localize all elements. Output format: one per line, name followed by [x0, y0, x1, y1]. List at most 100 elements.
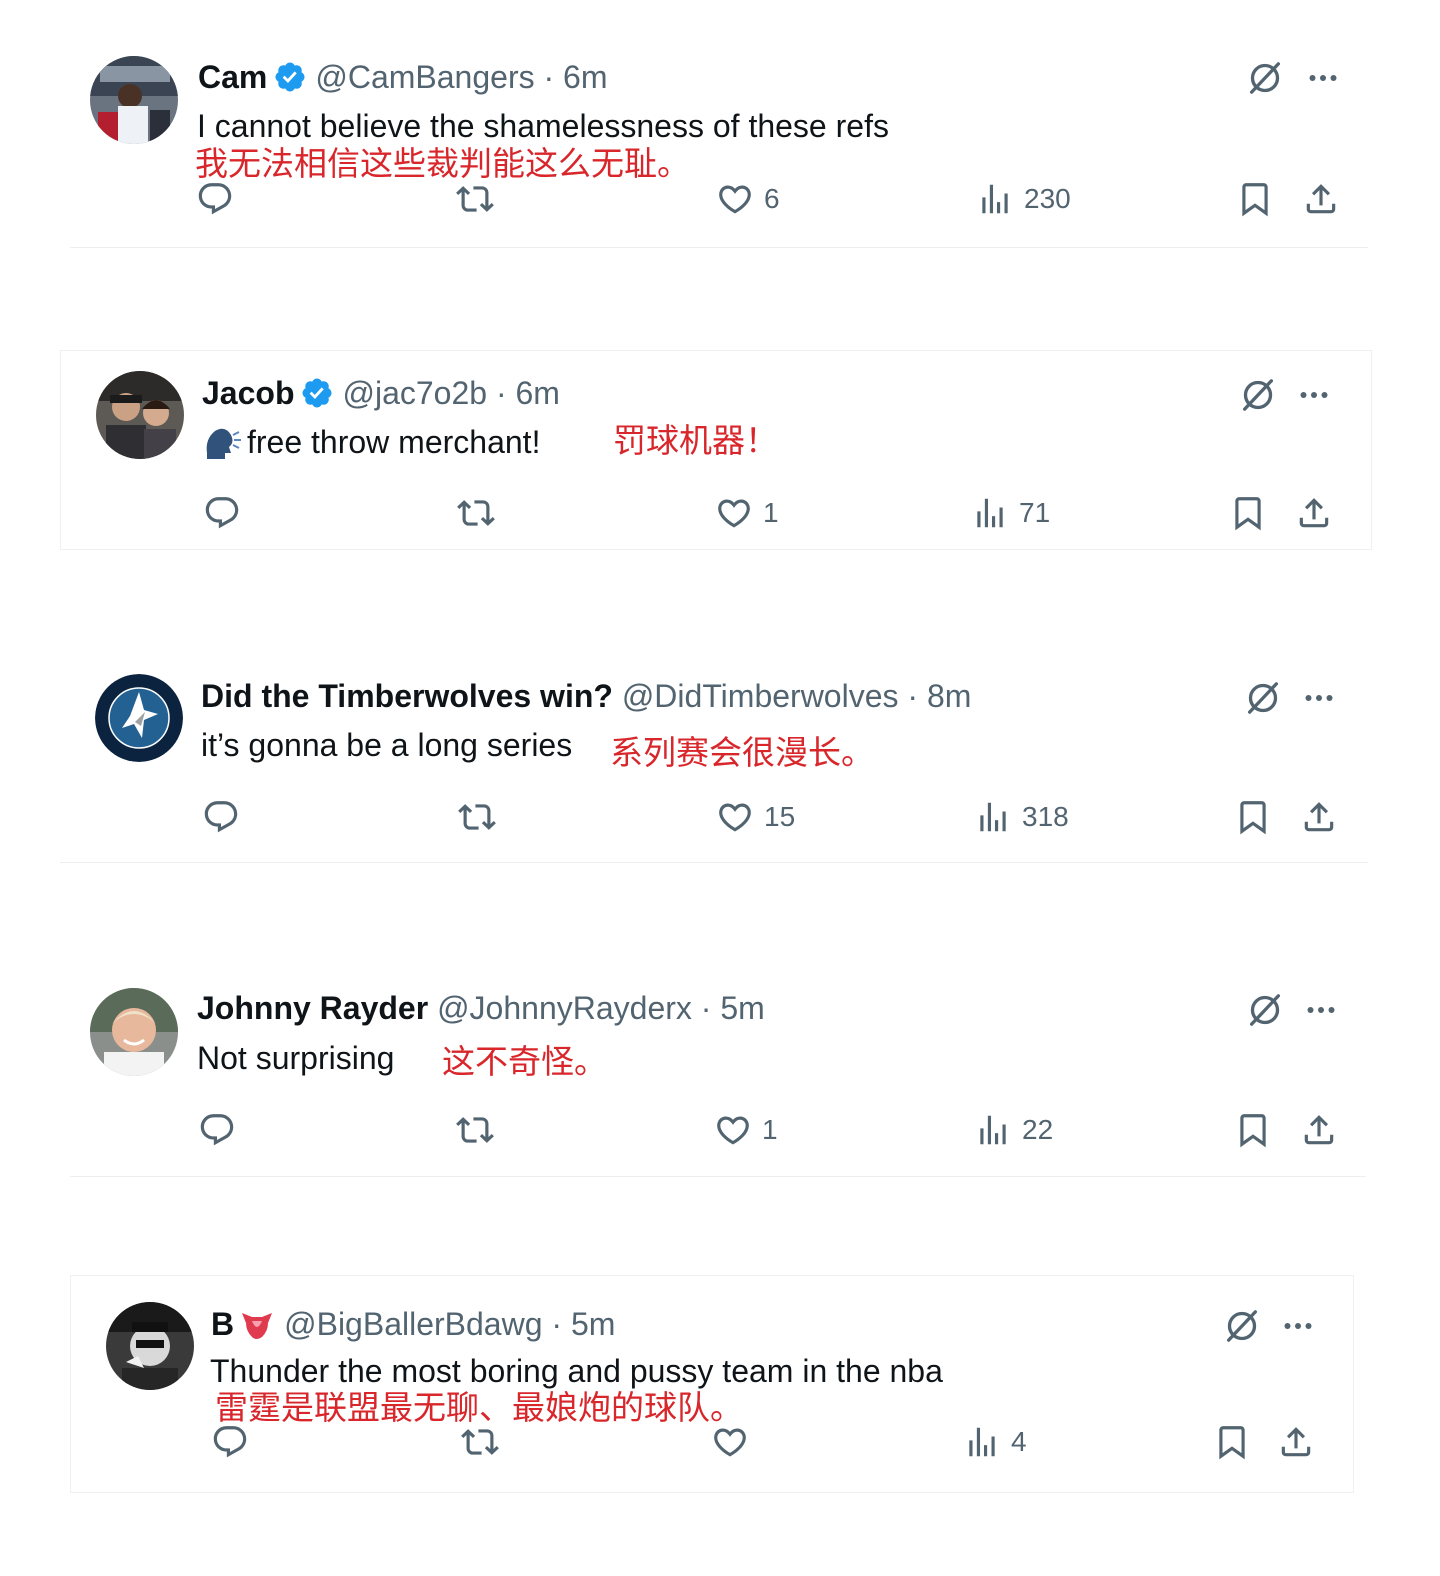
author-handle[interactable]: @BigBallerBdawg	[284, 1306, 542, 1342]
views-button[interactable]: 230	[976, 177, 1071, 221]
avatar[interactable]	[106, 1302, 194, 1390]
divider	[60, 862, 1368, 863]
more-icon[interactable]	[1303, 990, 1339, 1030]
views-icon	[974, 1111, 1012, 1149]
like-button[interactable]: 6	[716, 177, 780, 221]
author-name[interactable]: Jacob	[202, 375, 294, 411]
bookmark-button[interactable]	[1213, 1420, 1251, 1464]
grok-icon[interactable]	[1238, 375, 1278, 415]
bookmark-button[interactable]	[1234, 795, 1272, 839]
bookmark-icon	[1234, 1111, 1272, 1149]
like-button[interactable]: 1	[714, 1108, 778, 1152]
tweet-4[interactable]: Johnny Rayder @JohnnyRayderx · 5m Not su…	[70, 968, 1370, 1178]
tweet-2[interactable]: Jacob @jac7o2b · 6m free throw merchant! …	[60, 350, 1372, 550]
like-button[interactable]: 1	[715, 491, 779, 535]
like-button[interactable]	[711, 1420, 759, 1464]
like-button[interactable]: 15	[716, 795, 795, 839]
tweet-text: free throw merchant!	[247, 424, 541, 460]
bookmark-button[interactable]	[1236, 177, 1274, 221]
views-count: 230	[1024, 183, 1071, 214]
views-button[interactable]: 318	[974, 795, 1069, 839]
speaking-head-emoji	[206, 428, 241, 459]
divider	[70, 247, 1368, 248]
reply-button[interactable]	[196, 177, 234, 221]
views-count: 22	[1022, 1114, 1054, 1145]
like-count: 1	[762, 1114, 778, 1145]
more-icon[interactable]	[1305, 58, 1341, 98]
tweet-3[interactable]: Did the Timberwolves win? @DidTimberwolv…	[60, 655, 1370, 865]
author-name[interactable]: Johnny Rayder	[197, 990, 428, 1026]
avatar-image	[90, 988, 178, 1076]
share-button[interactable]	[1295, 491, 1333, 535]
views-icon	[976, 180, 1014, 218]
like-count: 1	[763, 497, 779, 528]
reply-icon	[198, 1111, 236, 1149]
reply-button[interactable]	[211, 1420, 249, 1464]
author-handle[interactable]: @DidTimberwolves	[622, 678, 899, 714]
grok-icon[interactable]	[1245, 990, 1285, 1030]
timestamp[interactable]: · 5m	[701, 990, 765, 1026]
retweet-button[interactable]	[458, 795, 496, 839]
like-icon	[716, 798, 754, 836]
avatar-image	[96, 371, 184, 459]
reply-icon	[202, 798, 240, 836]
retweet-button[interactable]	[456, 1108, 494, 1152]
share-button[interactable]	[1277, 1420, 1315, 1464]
verified-badge-icon	[273, 60, 307, 94]
author-name[interactable]: B	[211, 1306, 234, 1342]
author-name[interactable]: Did the Timberwolves win?	[201, 678, 613, 714]
tweet-text: Not surprising	[197, 1040, 395, 1076]
retweet-button[interactable]	[457, 491, 495, 535]
author-name[interactable]: Cam	[198, 59, 267, 95]
author-handle[interactable]: @CamBangers	[315, 59, 534, 95]
timestamp[interactable]: · 6m	[496, 375, 560, 411]
author-handle[interactable]: @JohnnyRayderx	[437, 990, 692, 1026]
views-count: 318	[1022, 801, 1069, 832]
share-icon	[1300, 798, 1338, 836]
reply-button[interactable]	[203, 491, 241, 535]
bookmark-button[interactable]	[1229, 491, 1267, 535]
share-button[interactable]	[1300, 1108, 1338, 1152]
more-icon[interactable]	[1296, 375, 1332, 415]
tweet-translation: 这不奇怪。	[442, 1042, 607, 1081]
tweet-text: I cannot believe the shamelessness of th…	[197, 108, 889, 144]
views-button[interactable]: 71	[971, 491, 1050, 535]
timestamp[interactable]: · 6m	[543, 59, 607, 95]
more-icon[interactable]	[1301, 678, 1337, 718]
retweet-icon	[461, 1423, 499, 1461]
retweet-button[interactable]	[456, 177, 494, 221]
bookmark-button[interactable]	[1234, 1108, 1272, 1152]
avatar[interactable]	[95, 674, 183, 762]
reply-button[interactable]	[202, 795, 240, 839]
retweet-button[interactable]	[461, 1420, 499, 1464]
bookmark-icon	[1236, 180, 1274, 218]
views-button[interactable]: 22	[974, 1108, 1053, 1152]
grok-icon[interactable]	[1245, 58, 1285, 98]
share-button[interactable]	[1302, 177, 1340, 221]
tweet-translation: 罚球机器！	[613, 421, 778, 460]
timestamp[interactable]: · 8m	[907, 678, 971, 714]
share-button[interactable]	[1300, 795, 1338, 839]
views-count: 4	[1011, 1426, 1027, 1457]
like-count: 15	[764, 801, 796, 832]
views-button[interactable]: 4	[963, 1420, 1027, 1464]
reply-icon	[203, 494, 241, 532]
more-icon[interactable]	[1280, 1306, 1316, 1346]
author-handle[interactable]: @jac7o2b	[342, 375, 487, 411]
avatar[interactable]	[96, 371, 184, 459]
avatar[interactable]	[90, 988, 178, 1076]
reply-icon	[196, 180, 234, 218]
views-icon	[974, 798, 1012, 836]
tweet-5[interactable]: B @BigBallerBdawg · 5m Thunder the most …	[70, 1275, 1354, 1493]
bookmark-icon	[1229, 494, 1267, 532]
views-icon	[971, 494, 1009, 532]
reply-button[interactable]	[198, 1108, 236, 1152]
retweet-icon	[457, 494, 495, 532]
verified-badge-icon	[300, 376, 334, 410]
avatar-image	[90, 56, 178, 144]
avatar[interactable]	[90, 56, 178, 144]
tweet-1[interactable]: Cam @CamBangers · 6m I cannot believe the…	[70, 40, 1370, 248]
grok-icon[interactable]	[1243, 678, 1283, 718]
grok-icon[interactable]	[1222, 1306, 1262, 1346]
timestamp[interactable]: · 5m	[551, 1306, 615, 1342]
